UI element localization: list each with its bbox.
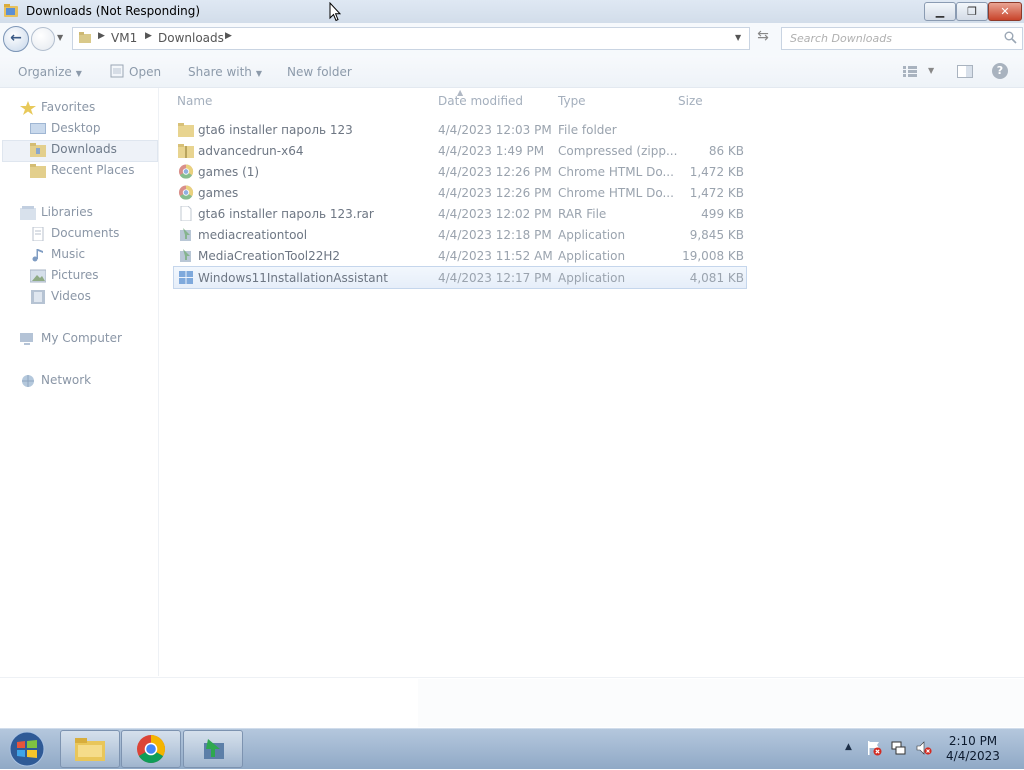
start-button[interactable] [4,730,50,768]
search-placeholder: Search Downloads [790,32,892,45]
folder-icon [4,4,18,17]
network-status-icon[interactable] [891,740,907,756]
clock-date: 4/4/2023 [946,749,1000,763]
chevron-down-icon: ▼ [255,69,263,78]
file-row[interactable]: games (1) 4/4/2023 12:26 PM Chrome HTML … [174,161,746,182]
pictures-icon [30,269,46,283]
search-icon[interactable] [1004,31,1017,44]
videos-icon [31,290,45,304]
restore-button[interactable]: ❐ [956,2,988,21]
network-icon [22,375,34,387]
taskbar-installer-button[interactable] [183,730,243,768]
folder-icon [79,32,91,43]
file-row-selected[interactable]: Windows11InstallationAssistant 4/4/2023 … [173,266,747,289]
desktop-icon [30,123,46,134]
column-header-row: ▲ Name Date modified Type Size [160,88,1024,114]
recent-pages-dropdown-icon[interactable]: ▼ [57,33,63,42]
zip-folder-icon [178,144,194,158]
file-row[interactable]: gta6 installer пароль 123 4/4/2023 12:03… [174,119,746,140]
libraries-icon [20,206,36,220]
breadcrumb-vm1[interactable]: VM1 [111,31,137,45]
folder-icon [178,123,194,137]
show-hidden-icons-button[interactable]: ▲ [845,742,852,752]
details-pane-area [418,679,1024,727]
breadcrumb-arrow-icon[interactable]: ▶ [145,31,152,41]
search-box[interactable]: Search Downloads [781,27,1023,50]
address-dropdown-icon[interactable]: ▼ [735,33,741,42]
address-bar[interactable]: ▶ VM1 ▶ Downloads ▶ ▼ [72,27,750,50]
chrome-icon [178,164,194,179]
chrome-icon [137,735,165,763]
file-row[interactable]: gta6 installer пароль 123.rar 4/4/2023 1… [174,203,746,224]
back-button[interactable]: ← [3,26,29,52]
taskbar: ▲ 2:10 PM 4/4/2023 [0,728,1024,769]
window-title: Downloads (Not Responding) [26,4,201,18]
navigation-pane: Favorites Desktop Downloads Recent Place… [0,88,159,676]
back-arrow-icon: ← [10,30,22,46]
mouse-cursor-icon [329,2,341,22]
file-row[interactable]: mediacreationtool 4/4/2023 12:18 PM Appl… [174,224,746,245]
title-bar[interactable]: Downloads (Not Responding) ▁ ❐ ✕ [0,0,1024,23]
close-button[interactable]: ✕ [988,2,1022,21]
view-options-dropdown-icon[interactable]: ▼ [928,66,934,75]
refresh-button[interactable]: ⇆ [753,28,773,48]
downloads-folder-icon [30,143,46,157]
installer-icon [180,228,191,241]
restore-icon: ❐ [967,5,977,18]
preview-pane-icon[interactable] [957,65,973,78]
computer-icon [20,333,33,345]
open-icon [110,64,124,78]
change-view-icon[interactable] [903,66,917,77]
minimize-button[interactable]: ▁ [924,2,956,21]
file-row[interactable]: advancedrun-x64 4/4/2023 1:49 PM Compres… [174,140,746,161]
file-row[interactable]: MediaCreationTool22H2 4/4/2023 11:52 AM … [174,245,746,266]
column-header-date-modified[interactable]: Date modified [438,94,523,108]
explorer-folder-icon [75,738,105,761]
column-header-type[interactable]: Type [558,94,586,108]
organize-menu[interactable]: Organize ▼ [18,65,82,79]
chevron-down-icon: ▼ [75,69,82,78]
volume-muted-icon[interactable] [916,740,932,756]
recent-places-icon [30,164,46,178]
minimize-icon: ▁ [935,5,945,18]
forward-button[interactable] [31,27,55,51]
help-icon[interactable]: ? [992,63,1008,79]
music-note-icon [32,249,43,262]
chrome-icon [178,185,194,200]
file-icon [180,206,192,221]
clock-time: 2:10 PM [948,734,998,748]
column-header-name[interactable]: Name [177,94,212,108]
breadcrumb-arrow-icon[interactable]: ▶ [98,31,105,41]
taskbar-chrome-button[interactable] [121,730,181,768]
open-button[interactable]: Open [129,65,161,79]
installer-icon [204,739,224,759]
address-row: ← ▼ ▶ VM1 ▶ Downloads ▶ ▼ ⇆ Search Downl… [0,23,1024,56]
windows-logo-icon [179,271,193,284]
close-icon: ✕ [1000,5,1010,18]
share-with-menu[interactable]: Share with ▼ [188,65,262,79]
column-header-size[interactable]: Size [678,94,703,108]
system-clock[interactable]: 2:10 PM 4/4/2023 [940,734,1006,764]
command-toolbar: Organize ▼ Open Share with ▼ New folder ▼ … [0,56,1024,88]
star-icon [20,101,36,115]
action-center-flag-icon[interactable] [866,740,882,756]
file-row[interactable]: games 4/4/2023 12:26 PM Chrome HTML Do..… [174,182,746,203]
new-folder-button[interactable]: New folder [287,65,352,79]
breadcrumb-arrow-icon[interactable]: ▶ [225,31,232,41]
taskbar-explorer-button[interactable] [60,730,120,768]
details-pane [0,677,1024,728]
breadcrumb-downloads[interactable]: Downloads [158,31,224,45]
refresh-icon: ⇆ [757,28,769,44]
documents-icon [32,227,44,241]
installer-icon [180,249,191,262]
